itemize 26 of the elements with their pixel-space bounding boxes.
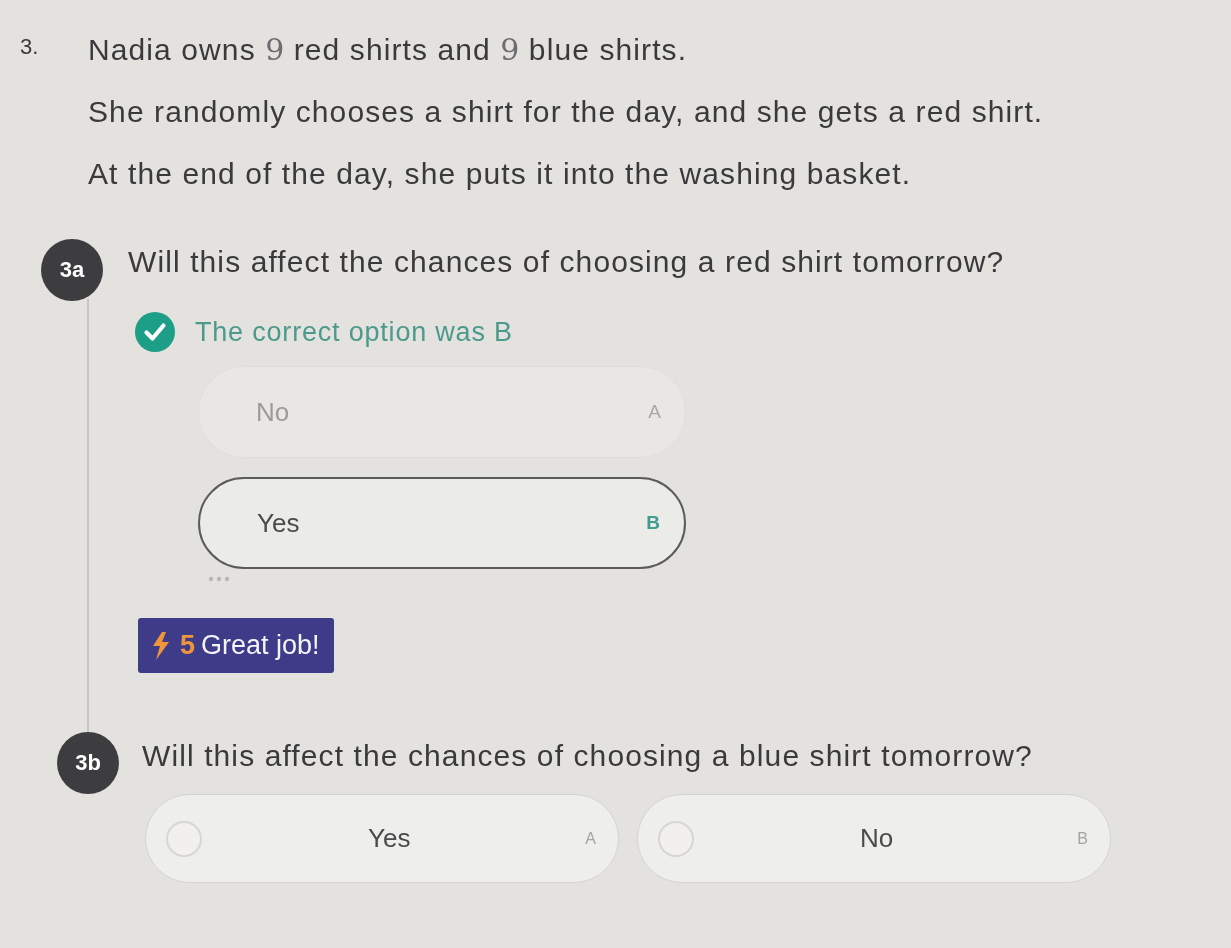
problem-text: At the end of the day, she puts it into the washing basket. (88, 156, 913, 192)
option-text: Yes (368, 823, 411, 854)
option-letter: B (1077, 829, 1088, 848)
problem-text: Nadia owns 9 red shirts and 9 blue shirts. (88, 32, 689, 68)
lightning-bolt-icon (150, 630, 170, 661)
problem-text: She randomly chooses a shirt for the day, and she gets a red shirt. (88, 94, 1044, 130)
part-number-badge: 3b (57, 732, 119, 794)
question-text: Will this affect the chances of choosing a blue shirt tomorrow? (142, 738, 1033, 774)
reward-message: Great job! (201, 630, 320, 661)
radio-button[interactable] (166, 820, 202, 857)
question-number: 3. (20, 33, 40, 61)
points-text: 5 (180, 630, 196, 661)
question-text: Will this affect the chances of choosing a red shirt tomorrow? (128, 244, 1005, 280)
feedback-text: The correct option was B (195, 316, 513, 348)
option-letter: B (646, 512, 660, 534)
ellipsis-icon (208, 576, 230, 582)
part-number-badge: 3a (41, 239, 103, 301)
option-text: No (860, 823, 894, 854)
option-text: No (256, 396, 290, 428)
option-text: Yes (257, 507, 300, 539)
answer-option[interactable]: No B (637, 794, 1111, 883)
option-letter: A (585, 829, 596, 848)
answer-option[interactable]: Yes A (145, 794, 619, 883)
option-letter: A (648, 401, 661, 423)
radio-button[interactable] (658, 820, 694, 857)
check-icon (135, 312, 175, 352)
